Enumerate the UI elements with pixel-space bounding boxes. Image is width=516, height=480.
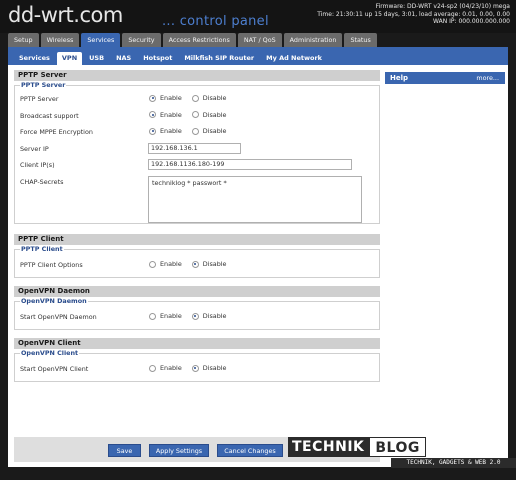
help-title: Help xyxy=(390,74,409,82)
row-openvpn-client: Start OpenVPN Client Enable Disable xyxy=(20,364,227,373)
legend-pptp-client: PPTP Client xyxy=(20,245,64,253)
fieldset-openvpn-client: OpenVPN Client Start OpenVPN Client Enab… xyxy=(14,349,380,382)
watermark-blog: BLOG xyxy=(369,437,426,457)
section-openvpn-daemon: OpenVPN Daemon xyxy=(14,286,380,297)
section-openvpn-client: OpenVPN Client xyxy=(14,338,380,349)
subtab-ad-network[interactable]: My Ad Network xyxy=(261,52,327,65)
row-openvpn-daemon: Start OpenVPN Daemon Enable Disable xyxy=(20,312,227,321)
subtab-usb[interactable]: USB xyxy=(84,52,110,65)
openvpn-daemon-disable-radio[interactable] xyxy=(191,312,199,320)
main-content: PPTP Server PPTP Server PPTP Server Enab… xyxy=(8,65,508,467)
row-client-ips: Client IP(s) 192.168.1136.180-199 xyxy=(15,156,379,173)
mppe-disable-radio[interactable] xyxy=(191,127,199,135)
save-button[interactable]: Save xyxy=(108,444,141,457)
uptime-info: Time: 21:30:11 up 15 days, 3:01, load av… xyxy=(317,10,510,18)
row-pptp-server: PPTP Server Enable Disable xyxy=(20,94,227,103)
system-info: Firmware: DD-WRT v24-sp2 (04/23/10) mega… xyxy=(317,3,510,26)
tab-setup[interactable]: Setup xyxy=(8,33,39,47)
legend-pptp-server: PPTP Server xyxy=(20,81,67,89)
legend-openvpn-daemon: OpenVPN Daemon xyxy=(20,297,88,305)
mppe-enable-radio[interactable] xyxy=(149,127,156,135)
sub-tab-bar: Services VPN USB NAS Hotspot Milkfish SI… xyxy=(8,47,508,65)
row-mppe: Force MPPE Encryption Enable Disable xyxy=(20,127,227,136)
pptp-client-disable-radio[interactable] xyxy=(191,260,199,268)
sub-tabs: Services VPN USB NAS Hotspot Milkfish SI… xyxy=(14,52,327,65)
client-ips-input[interactable]: 192.168.1136.180-199 xyxy=(148,159,352,170)
pptp-client-enable-radio[interactable] xyxy=(149,260,156,268)
fieldset-openvpn-daemon: OpenVPN Daemon Start OpenVPN Daemon Enab… xyxy=(14,297,380,330)
openvpn-daemon-enable-radio[interactable] xyxy=(149,312,156,320)
tab-nat-qos[interactable]: NAT / QoS xyxy=(237,33,282,47)
pptp-client-options-label: PPTP Client Options xyxy=(20,261,83,269)
broadcast-label: Broadcast support xyxy=(20,111,79,120)
openvpn-client-label: Start OpenVPN Client xyxy=(20,365,89,373)
row-server-ip: Server IP 192.168.136.1 xyxy=(15,140,379,157)
tab-access-restrictions[interactable]: Access Restrictions xyxy=(162,33,236,47)
openvpn-daemon-label: Start OpenVPN Daemon xyxy=(20,313,97,321)
openvpn-client-disable-radio[interactable] xyxy=(191,364,199,372)
apply-settings-button[interactable]: Apply Settings xyxy=(149,444,209,457)
client-ips-label: Client IP(s) xyxy=(20,161,55,169)
subtab-services[interactable]: Services xyxy=(14,52,55,65)
control-panel-title: ... control panel xyxy=(162,14,269,29)
tab-administration[interactable]: Administration xyxy=(283,33,343,47)
fieldset-pptp-client: PPTP Client PPTP Client Options Enable D… xyxy=(14,245,380,278)
technikblog-watermark: TECHNIK BLOG TECHNIK, GADGETS & WEB 2.0 xyxy=(288,437,516,468)
cancel-changes-button[interactable]: Cancel Changes xyxy=(217,444,283,457)
help-more-link[interactable]: more... xyxy=(476,72,499,84)
mppe-label: Force MPPE Encryption xyxy=(20,128,93,136)
main-tabs: Setup Wireless Services Security Access … xyxy=(8,33,508,47)
subtab-milkfish[interactable]: Milkfish SIP Router xyxy=(179,52,260,65)
tab-wireless[interactable]: Wireless xyxy=(40,33,80,47)
tab-services[interactable]: Services xyxy=(81,33,121,47)
row-broadcast: Broadcast support Enable Disable xyxy=(20,110,227,120)
chap-secrets-textarea[interactable]: techniklog * passwort * xyxy=(148,175,362,223)
fieldset-pptp-server: PPTP Server PPTP Server Enable Disable B… xyxy=(14,81,380,225)
server-ip-label: Server IP xyxy=(20,144,49,153)
header: dd-wrt.com ... control panel Firmware: D… xyxy=(0,0,516,33)
wan-ip-info: WAN IP: 000.000.000.000 xyxy=(433,18,510,25)
pptp-server-label: PPTP Server xyxy=(20,95,59,103)
section-pptp-client: PPTP Client xyxy=(14,234,380,245)
subtab-hotspot[interactable]: Hotspot xyxy=(138,52,178,65)
tab-status[interactable]: Status xyxy=(344,33,377,47)
subtab-vpn[interactable]: VPN xyxy=(56,52,83,65)
pptp-server-disable-radio[interactable] xyxy=(191,94,199,102)
help-panel: Help more... xyxy=(385,72,505,84)
tab-security[interactable]: Security xyxy=(122,33,161,47)
pptp-server-enable-radio[interactable] xyxy=(149,94,156,102)
legend-openvpn-client: OpenVPN Client xyxy=(20,349,80,357)
row-chap-secrets: CHAP-Secrets techniklog * passwort * xyxy=(15,173,379,225)
settings-column: PPTP Server PPTP Server PPTP Server Enab… xyxy=(14,70,380,382)
subtab-nas[interactable]: NAS xyxy=(111,52,137,65)
firmware-info: Firmware: DD-WRT v24-sp2 (04/23/10) mega xyxy=(375,3,510,10)
server-ip-input[interactable]: 192.168.136.1 xyxy=(148,142,241,154)
watermark-technik: TECHNIK xyxy=(288,437,370,457)
row-pptp-client-options: PPTP Client Options Enable Disable xyxy=(20,260,227,269)
broadcast-disable-radio[interactable] xyxy=(191,111,199,118)
chap-secrets-label: CHAP-Secrets xyxy=(20,177,64,186)
ddwrt-logo: dd-wrt.com xyxy=(8,3,123,27)
openvpn-client-enable-radio[interactable] xyxy=(149,364,156,372)
section-pptp-server: PPTP Server xyxy=(14,70,380,81)
watermark-tagline: TECHNIK, GADGETS & WEB 2.0 xyxy=(391,458,516,468)
broadcast-enable-radio[interactable] xyxy=(149,111,156,118)
